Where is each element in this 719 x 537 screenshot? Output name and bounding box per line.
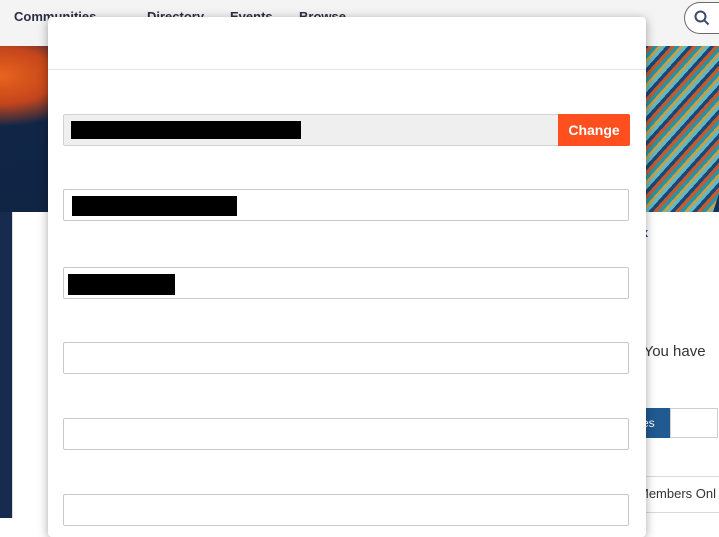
text-input-1[interactable] [63, 189, 629, 221]
modal-dialog: Change [48, 17, 646, 537]
text-input-3[interactable] [63, 342, 629, 374]
readonly-field [63, 114, 559, 146]
modal-header [48, 17, 646, 70]
text-input-5[interactable] [63, 494, 629, 526]
search-button[interactable] [684, 2, 719, 34]
search-icon [694, 10, 710, 26]
redacted-value [68, 274, 175, 295]
redacted-value [71, 121, 301, 139]
text-input-4[interactable] [63, 418, 629, 450]
background-members-label: Members Onl [638, 486, 717, 501]
text-input-2[interactable] [63, 267, 629, 299]
background-tab[interactable] [670, 408, 718, 438]
change-button[interactable]: Change [558, 114, 630, 146]
redacted-value [72, 196, 237, 216]
left-panel-strip [0, 212, 12, 518]
